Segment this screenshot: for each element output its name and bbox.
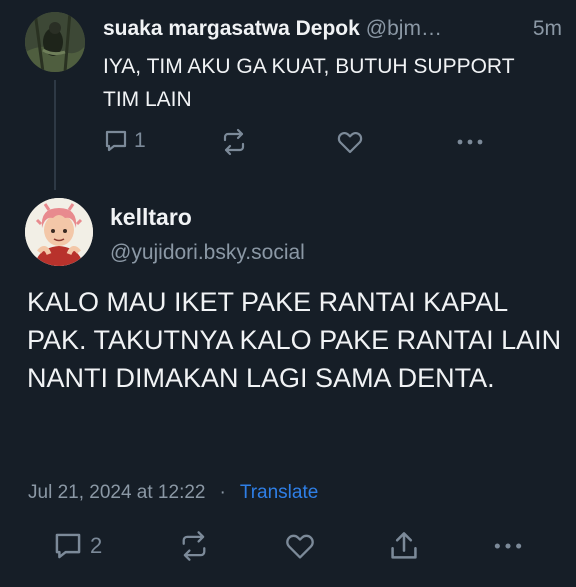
parent-post-actions: 1 xyxy=(103,128,493,162)
thread-connector-line xyxy=(54,80,56,190)
like-icon xyxy=(337,132,363,154)
like-button[interactable] xyxy=(284,530,316,562)
post-timestamp: Jul 21, 2024 at 12:22 xyxy=(28,482,206,503)
share-icon xyxy=(391,532,417,559)
share-button[interactable] xyxy=(388,530,420,562)
parent-reply-button[interactable]: 1 xyxy=(103,128,146,154)
reply-button[interactable]: 2 xyxy=(52,530,102,562)
meta-separator: · xyxy=(219,482,226,503)
more-button[interactable] xyxy=(492,530,524,562)
translate-link[interactable]: Translate xyxy=(240,481,319,505)
parent-handle[interactable]: @bjm… xyxy=(366,16,519,42)
post-text: KALO MAU IKET PAKE RANTAI KAPAL PAK. TAK… xyxy=(27,287,562,393)
author-handle[interactable]: @yujidori.bsky.social xyxy=(110,240,305,266)
parent-display-name[interactable]: suaka margasatwa Depok xyxy=(103,16,360,42)
parent-post-header: suaka margasatwa Depok @bjm… 5m xyxy=(103,16,562,42)
reply-icon xyxy=(105,130,127,152)
repost-button[interactable] xyxy=(178,530,210,562)
parent-repost-button[interactable] xyxy=(220,128,248,156)
author-avatar-illustration xyxy=(25,198,93,266)
parent-more-button[interactable] xyxy=(455,128,485,156)
parent-reply-count: 1 xyxy=(134,129,146,152)
post-actions: 2 xyxy=(52,530,532,566)
more-icon xyxy=(457,139,483,145)
parent-post-text: IYA, TIM AKU GA KUAT, BUTUH SUPPORT TIM … xyxy=(103,55,515,111)
parent-avatar-photo xyxy=(25,12,85,72)
repost-icon xyxy=(223,128,245,156)
parent-avatar[interactable] xyxy=(25,12,85,72)
parent-like-button[interactable] xyxy=(336,128,364,156)
parent-post-time[interactable]: 5m xyxy=(533,16,562,42)
author-avatar[interactable] xyxy=(25,198,93,266)
more-icon xyxy=(494,543,522,549)
reply-icon xyxy=(55,533,81,559)
post-meta: Jul 21, 2024 at 12:22 · Translate xyxy=(28,481,318,505)
post-thread-view: suaka margasatwa Depok @bjm… 5m IYA, TIM… xyxy=(0,0,576,587)
repost-icon xyxy=(182,531,206,561)
reply-count: 2 xyxy=(90,533,103,558)
like-icon xyxy=(286,534,314,559)
author-display-name[interactable]: kelltaro xyxy=(110,203,192,231)
